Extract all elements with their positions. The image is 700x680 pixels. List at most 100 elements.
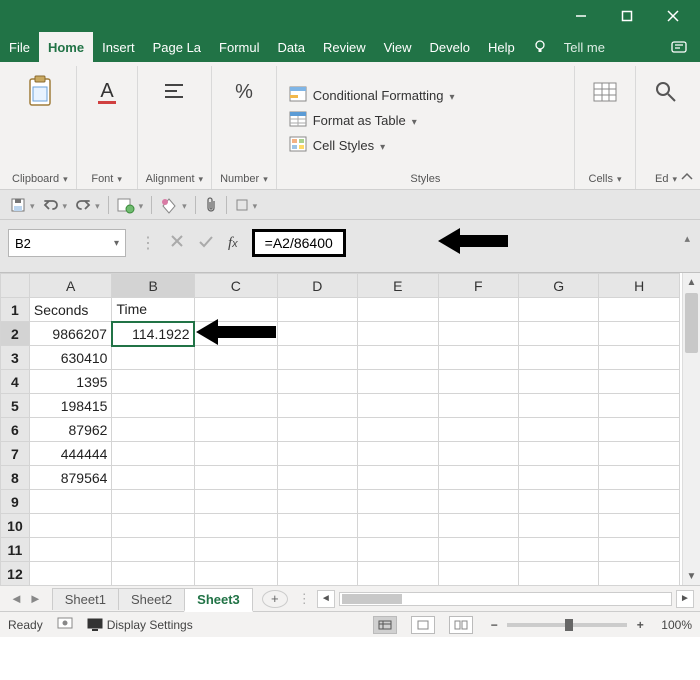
col-header-F[interactable]: F (438, 274, 518, 298)
cell-B6[interactable] (112, 418, 195, 442)
cell-C8[interactable] (194, 466, 277, 490)
cell-D7[interactable] (277, 442, 357, 466)
horizontal-scrollbar[interactable]: ◄ ► (311, 590, 700, 608)
collapse-ribbon-button[interactable] (680, 171, 694, 185)
cell-G9[interactable] (518, 490, 598, 514)
sheet-nav-prev[interactable]: ◄ (10, 591, 23, 606)
scroll-left-button[interactable]: ◄ (317, 590, 335, 608)
row-header-7[interactable]: 7 (1, 442, 30, 466)
row-header-1[interactable]: 1 (1, 298, 30, 322)
cell-G12[interactable] (518, 562, 598, 586)
cell-A2[interactable]: 9866207 (29, 322, 112, 346)
cell-E8[interactable] (358, 466, 438, 490)
macro-record-icon[interactable] (57, 616, 73, 633)
cell-B2[interactable]: 114.1922 (112, 322, 195, 346)
cell-F2[interactable] (438, 322, 518, 346)
col-header-B[interactable]: B (112, 274, 195, 298)
font-launcher[interactable] (117, 173, 122, 185)
col-header-G[interactable]: G (518, 274, 598, 298)
cell-H11[interactable] (599, 538, 680, 562)
row-header-6[interactable]: 6 (1, 418, 30, 442)
enter-formula-button[interactable] (198, 234, 214, 253)
clipboard-launcher[interactable] (63, 173, 68, 185)
cell-D5[interactable] (277, 394, 357, 418)
cell-E3[interactable] (358, 346, 438, 370)
cell-A12[interactable] (29, 562, 112, 586)
cell-G10[interactable] (518, 514, 598, 538)
tell-me-input[interactable]: Tell me (556, 32, 613, 62)
undo-button[interactable] (43, 197, 68, 212)
cell-F8[interactable] (438, 466, 518, 490)
qat-button-2[interactable] (160, 197, 187, 213)
cell-C5[interactable] (194, 394, 277, 418)
cell-F10[interactable] (438, 514, 518, 538)
cell-E9[interactable] (358, 490, 438, 514)
col-header-D[interactable]: D (277, 274, 357, 298)
cells-launcher[interactable] (617, 173, 622, 185)
cell-B8[interactable] (112, 466, 195, 490)
cell-B10[interactable] (112, 514, 195, 538)
cell-D1[interactable] (277, 298, 357, 322)
sheet-tab-2[interactable]: Sheet2 (118, 588, 185, 610)
qat-attach-button[interactable] (204, 197, 218, 213)
zoom-out-button[interactable]: − (487, 618, 501, 632)
share-button[interactable] (660, 32, 700, 62)
cancel-formula-button[interactable] (170, 234, 184, 253)
row-header-11[interactable]: 11 (1, 538, 30, 562)
row-header-4[interactable]: 4 (1, 370, 30, 394)
cell-A8[interactable]: 879564 (29, 466, 112, 490)
cell-D4[interactable] (277, 370, 357, 394)
cell-G8[interactable] (518, 466, 598, 490)
format-as-table-button[interactable]: Format as Table (289, 111, 417, 130)
cell-D2[interactable] (277, 322, 357, 346)
cell-B4[interactable] (112, 370, 195, 394)
cell-C6[interactable] (194, 418, 277, 442)
cell-F6[interactable] (438, 418, 518, 442)
row-header-5[interactable]: 5 (1, 394, 30, 418)
cell-A1[interactable]: Seconds (29, 298, 112, 322)
insert-function-button[interactable]: fx (228, 235, 238, 252)
cell-B1[interactable]: Time (112, 298, 195, 322)
alignment-button[interactable] (152, 70, 196, 114)
new-sheet-button[interactable]: + (262, 590, 288, 608)
cell-F9[interactable] (438, 490, 518, 514)
tab-home[interactable]: Home (39, 32, 93, 62)
cell-G2[interactable] (518, 322, 598, 346)
tab-help[interactable]: Help (479, 32, 524, 62)
cell-A4[interactable]: 1395 (29, 370, 112, 394)
cell-H10[interactable] (599, 514, 680, 538)
cell-H2[interactable] (599, 322, 680, 346)
cell-F11[interactable] (438, 538, 518, 562)
cell-F7[interactable] (438, 442, 518, 466)
cell-A5[interactable]: 198415 (29, 394, 112, 418)
cell-G1[interactable] (518, 298, 598, 322)
cell-H1[interactable] (599, 298, 680, 322)
cell-C4[interactable] (194, 370, 277, 394)
cell-C9[interactable] (194, 490, 277, 514)
cell-H4[interactable] (599, 370, 680, 394)
cell-G5[interactable] (518, 394, 598, 418)
col-header-E[interactable]: E (358, 274, 438, 298)
cell-F1[interactable] (438, 298, 518, 322)
cell-D6[interactable] (277, 418, 357, 442)
cell-E12[interactable] (358, 562, 438, 586)
tab-insert[interactable]: Insert (93, 32, 144, 62)
cell-D8[interactable] (277, 466, 357, 490)
cell-B3[interactable] (112, 346, 195, 370)
tab-developer[interactable]: Develo (421, 32, 479, 62)
editing-launcher[interactable] (672, 173, 677, 185)
qat-button-1[interactable] (117, 197, 144, 213)
row-header-12[interactable]: 12 (1, 562, 30, 586)
cell-E5[interactable] (358, 394, 438, 418)
cell-C11[interactable] (194, 538, 277, 562)
vertical-scrollbar[interactable]: ▲ ▼ (682, 273, 700, 585)
cell-A3[interactable]: 630410 (29, 346, 112, 370)
minimize-button[interactable] (558, 0, 604, 32)
cell-F5[interactable] (438, 394, 518, 418)
cell-C7[interactable] (194, 442, 277, 466)
cell-A6[interactable]: 87962 (29, 418, 112, 442)
redo-button[interactable] (75, 197, 100, 212)
display-settings-button[interactable]: Display Settings (87, 618, 193, 632)
cell-A10[interactable] (29, 514, 112, 538)
conditional-formatting-button[interactable]: Conditional Formatting (289, 86, 455, 105)
